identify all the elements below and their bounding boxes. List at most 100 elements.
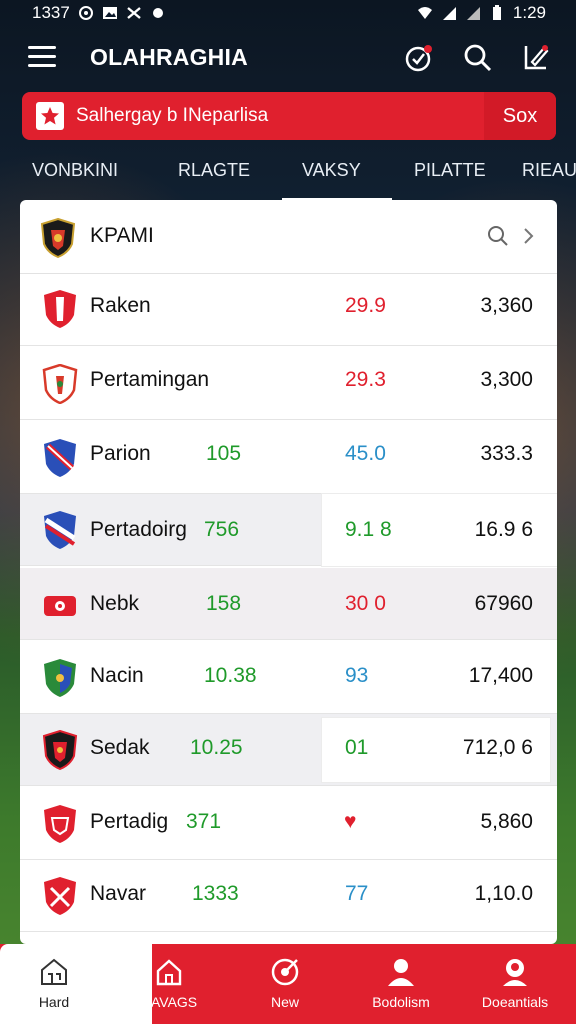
stat-total: 712,0 6	[462, 736, 533, 759]
stat-total: 1,10.0	[474, 882, 533, 905]
notification-icon	[78, 6, 93, 20]
club-crest-icon	[44, 877, 76, 915]
gallery-icon	[102, 7, 117, 19]
search-icon[interactable]	[462, 42, 494, 74]
mail-icon	[127, 7, 141, 19]
table-row[interactable]: Pertamingan 29.3 3,300	[20, 348, 557, 420]
dot-icon	[152, 8, 163, 18]
team-name: Pertadig	[90, 810, 169, 833]
search-icon[interactable]	[486, 224, 510, 248]
club-crest-icon	[44, 439, 76, 477]
club-crest-icon	[44, 511, 76, 549]
stat-value: 45.0	[345, 442, 386, 465]
app-title: OLAHRAGHIA	[90, 44, 248, 70]
table-row[interactable]: Pertadoirg 756 9.1 8 16.9 6	[20, 494, 557, 566]
signal-icon-2	[466, 7, 480, 20]
stat-count: 756	[204, 518, 240, 541]
nav-item-bodolism[interactable]: Bodolism	[346, 944, 456, 1024]
nav-item-hard[interactable]: Hard	[0, 944, 108, 1024]
stat-total: 3,300	[480, 368, 533, 391]
card-header-title: KPAMI	[90, 224, 154, 247]
edit-icon[interactable]	[520, 42, 552, 74]
stat-value: 77	[345, 882, 369, 905]
table-row[interactable]: Parion 105 45.0 333.3	[20, 422, 557, 494]
table-row[interactable]: Sedak 10.25 01 712,0 6	[20, 714, 557, 786]
table-row[interactable]: Nacin 10.38 93 17,400	[20, 642, 557, 714]
stat-count: 10.38	[204, 664, 257, 687]
stat-value: 93	[345, 664, 369, 687]
card-header: KPAMI	[20, 200, 557, 274]
live-score-icon[interactable]	[402, 42, 434, 74]
tab-rlagte[interactable]: RLAGTE	[178, 160, 250, 181]
nav-item-doeantials[interactable]: Doeantials	[460, 944, 570, 1024]
stat-count: 1333	[192, 882, 239, 905]
team-name: Pertamingan	[90, 368, 210, 391]
menu-button[interactable]	[28, 46, 56, 68]
stat-total: 3,360	[480, 294, 533, 317]
team-name: Sedak	[90, 736, 150, 759]
team-name: Parion	[90, 442, 151, 465]
nav-label: NAVAGS	[140, 994, 198, 1010]
club-crest-icon	[44, 659, 76, 697]
nav-item-new[interactable]: New	[230, 944, 340, 1024]
app-bar: OLAHRAGHIA	[0, 30, 576, 86]
signal-icon	[442, 7, 456, 20]
nav-label: Hard	[38, 994, 70, 1010]
person-circle-icon	[503, 959, 527, 986]
table-row[interactable]: Raken 29.9 3,360	[20, 274, 557, 346]
nav-item-navags[interactable]: NAVAGS	[114, 944, 224, 1024]
stat-value: 9.1 8	[345, 518, 392, 541]
stat-total: 67960	[474, 592, 533, 615]
nav-label: Doeantials	[481, 994, 549, 1010]
stat-value: 30 0	[345, 592, 386, 615]
club-crest-icon	[44, 596, 76, 616]
team-name: Nacin	[90, 664, 144, 687]
nav-label: Bodolism	[372, 994, 430, 1010]
status-bar: 1337 1:29	[0, 0, 576, 26]
stat-count: 371	[186, 810, 222, 833]
team-name: Nebk	[90, 592, 140, 615]
stat-value: 29.9	[345, 294, 386, 317]
table-row[interactable]: Pertadig 371 ♥ 5,860	[20, 788, 557, 860]
promo-banner[interactable]: Salhergay b INeparlisa Sox	[22, 92, 556, 140]
team-name: Raken	[90, 294, 151, 317]
stat-count: 10.25	[190, 736, 243, 759]
tab-pilatte[interactable]: PILATTE	[414, 160, 486, 181]
target-icon	[271, 958, 299, 986]
chevron-right-icon[interactable]	[520, 224, 538, 248]
club-crest-icon	[42, 364, 78, 404]
club-crest-icon	[44, 805, 76, 843]
club-crest-icon	[42, 730, 78, 770]
bottom-navigation: Hard NAVAGS New Bodolism Doeantials	[0, 944, 576, 1024]
home-outline-icon	[156, 959, 182, 986]
person-icon	[388, 959, 414, 986]
battery-icon	[492, 5, 501, 20]
status-time-left: 1337	[32, 3, 70, 22]
hamburger-icon	[28, 46, 56, 49]
stat-total: 333.3	[480, 442, 533, 465]
wifi-icon	[417, 7, 432, 19]
team-name: Navar	[90, 882, 147, 905]
nav-label: New	[270, 994, 299, 1010]
tab-vonbkini[interactable]: VONBKINI	[32, 160, 118, 181]
team-name: Pertadoirg	[90, 518, 187, 541]
home-icon	[41, 958, 67, 985]
tab-bar: VONBKINI RLAGTE VAKSY PILATTE RIEAU	[0, 150, 576, 194]
club-crest-icon	[40, 218, 76, 258]
table-row[interactable]: Nebk 158 30 0 67960	[20, 568, 557, 640]
status-time-right: 1:29	[512, 3, 546, 22]
tab-vaksy[interactable]: VAKSY	[302, 160, 361, 181]
banner-action-button[interactable]: Sox	[484, 92, 556, 140]
club-crest-icon	[44, 290, 76, 328]
star-icon	[36, 102, 64, 130]
stat-count: 158	[206, 592, 242, 615]
hamburger-line	[28, 55, 56, 58]
stat-value: 01	[345, 736, 369, 759]
stat-value: 29.3	[345, 368, 386, 391]
stat-total: 17,400	[468, 664, 533, 687]
standings-card: KPAMI Raken 29.9 3,360 Pertamingan 29.3 …	[20, 200, 557, 944]
table-row[interactable]: Navar 1333 77 1,10.0	[20, 860, 557, 932]
tab-rieau[interactable]: RIEAU	[522, 160, 576, 181]
heart-icon: ♥	[344, 810, 357, 833]
banner-text: Salhergay b INeparlisa	[76, 105, 269, 126]
